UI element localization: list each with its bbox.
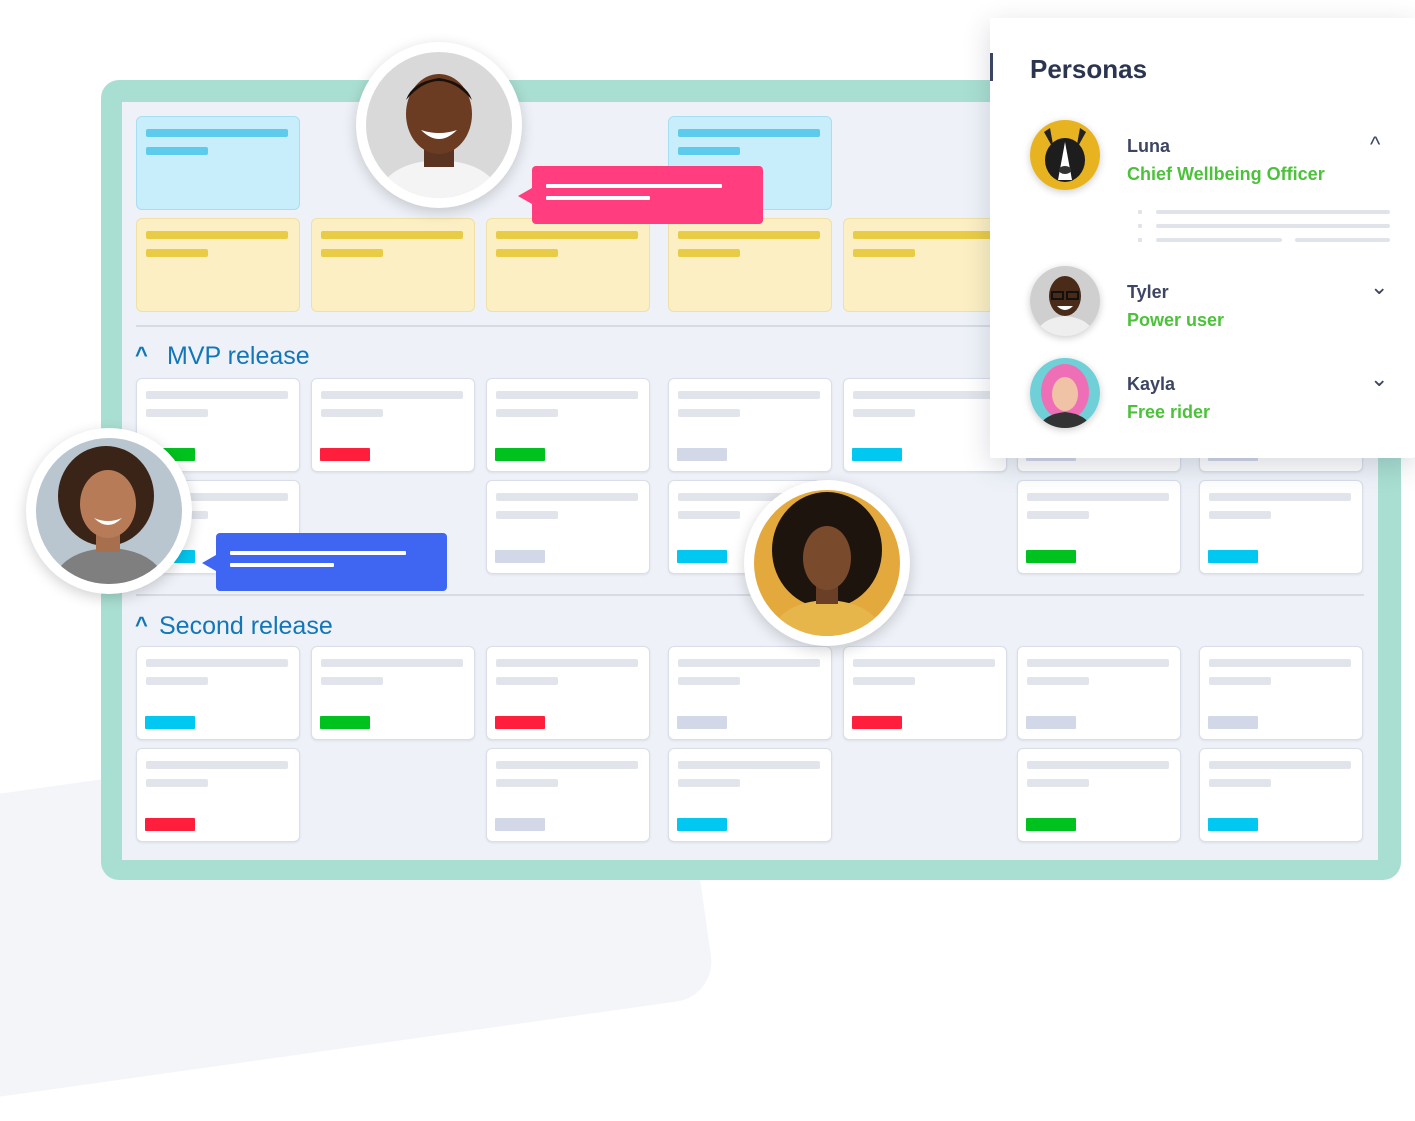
priority-tag [852,716,902,729]
priority-tag [1208,818,1258,831]
story-card[interactable] [843,378,1007,472]
chevron-up-icon[interactable]: ^ [1370,132,1380,158]
priority-tag [1026,550,1076,563]
detail-bullet [1138,238,1142,242]
story-card[interactable] [486,748,650,842]
epic-card[interactable] [136,116,300,210]
persona-avatar [1030,266,1100,336]
story-card[interactable] [668,646,832,740]
priority-tag [1208,550,1258,563]
detail-line [1295,238,1390,242]
panel-title: Personas [1030,54,1148,84]
activity-card[interactable] [668,218,832,312]
person-icon [1030,266,1100,336]
personas-panel: Personas Luna Chief Wellbeing Officer ^ [990,18,1415,458]
priority-tag [677,448,727,461]
section-title-mvp[interactable]: MVP release [167,342,310,371]
story-card[interactable] [1017,646,1181,740]
activity-card[interactable] [843,218,1007,312]
persona-role: Chief Wellbeing Officer [1127,164,1325,184]
persona-role: Power user [1127,310,1225,330]
collaborator-avatar[interactable] [744,480,910,646]
priority-tag [495,716,545,729]
priority-tag [1208,716,1258,729]
chevron-down-icon[interactable]: ⌄ [1370,366,1388,392]
story-card[interactable] [668,378,832,472]
person-icon [366,52,512,198]
comment-bubble[interactable] [518,166,763,224]
story-card[interactable] [1199,646,1363,740]
story-card[interactable] [311,646,475,740]
priority-tag [495,818,545,831]
section-title-second[interactable]: Second release [159,612,333,641]
chevron-down-icon[interactable]: ⌄ [1370,274,1388,300]
persona-name: Tyler [1127,282,1169,302]
story-card[interactable] [486,646,650,740]
persona-avatar [1030,120,1100,190]
story-card[interactable] [1199,748,1363,842]
priority-tag [320,716,370,729]
persona-role: Free rider [1127,402,1211,422]
story-card[interactable] [668,748,832,842]
collaborator-avatar[interactable] [356,42,522,208]
priority-tag [852,448,902,461]
comment-bubble[interactable] [202,533,447,591]
story-card[interactable] [486,378,650,472]
priority-tag [677,716,727,729]
story-card[interactable] [843,646,1007,740]
collaborator-avatar[interactable] [26,428,192,594]
activity-card[interactable] [311,218,475,312]
activity-card[interactable] [136,218,300,312]
collapse-caret-icon[interactable]: ^ [135,612,148,638]
detail-line [1156,224,1390,228]
priority-tag [677,818,727,831]
story-card[interactable] [311,378,475,472]
story-card[interactable] [1199,480,1363,574]
detail-bullet [1138,224,1142,228]
persona-avatar [1030,358,1100,428]
story-card[interactable] [136,748,300,842]
priority-tag [145,818,195,831]
collapse-caret-icon[interactable]: ^ [135,342,148,368]
detail-line [1156,210,1390,214]
detail-bullet [1138,210,1142,214]
priority-tag [320,448,370,461]
dog-icon [1030,120,1100,190]
activity-card[interactable] [486,218,650,312]
priority-tag [1026,716,1076,729]
person-icon [36,438,182,584]
persona-name: Luna [1127,136,1170,156]
persona-name: Kayla [1127,374,1176,394]
priority-tag [495,448,545,461]
story-card[interactable] [1017,748,1181,842]
priority-tag [145,716,195,729]
person-icon [754,490,900,636]
detail-line [1156,238,1282,242]
panel-accent-bar [990,53,993,81]
priority-tag [677,550,727,563]
story-card[interactable] [136,646,300,740]
priority-tag [495,550,545,563]
priority-tag [1026,818,1076,831]
story-card[interactable] [1017,480,1181,574]
story-card[interactable] [486,480,650,574]
person-icon [1030,358,1100,428]
